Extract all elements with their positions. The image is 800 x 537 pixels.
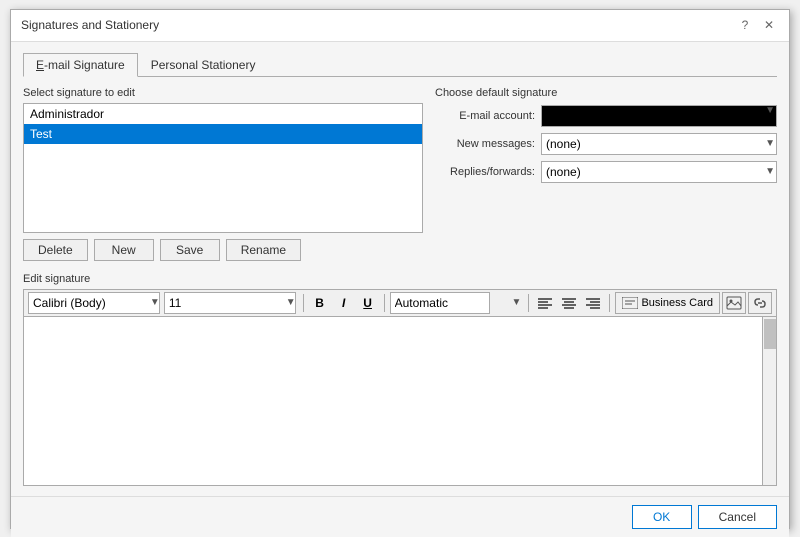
email-account-select[interactable]: ████████████████: [541, 105, 777, 127]
size-select[interactable]: 11: [164, 292, 296, 314]
email-account-select-wrapper: ████████████████ ▼: [541, 105, 777, 127]
help-button[interactable]: ?: [735, 15, 755, 35]
rename-button[interactable]: Rename: [226, 239, 301, 261]
signature-item-administrador[interactable]: Administrador: [24, 104, 422, 124]
toolbar-divider-4: [609, 294, 610, 312]
business-card-button[interactable]: Business Card: [615, 292, 720, 314]
color-select-wrapper: Automatic ▼: [390, 292, 524, 314]
tab-email-signature-label: E-mail Signature: [36, 58, 125, 72]
choose-default-label: Choose default signature: [435, 87, 777, 99]
tab-content: Select signature to edit Administrador T…: [23, 87, 777, 486]
align-right-button[interactable]: [582, 292, 604, 314]
new-messages-row: New messages: (none) ▼: [435, 133, 777, 155]
delete-button[interactable]: Delete: [23, 239, 88, 261]
italic-button[interactable]: I: [333, 292, 355, 314]
save-button[interactable]: Save: [160, 239, 220, 261]
signature-item-test[interactable]: Test: [24, 124, 422, 144]
tabs: E-mail Signature Personal Stationery: [23, 52, 777, 77]
dialog-title: Signatures and Stationery: [21, 18, 159, 32]
color-select-arrow-icon: ▼: [512, 297, 522, 308]
insert-link-button[interactable]: [748, 292, 772, 314]
tab-email-signature[interactable]: E-mail Signature: [23, 53, 138, 77]
size-select-wrapper: 11 ▼: [164, 292, 298, 314]
signature-list: Administrador Test: [23, 103, 423, 233]
toolbar-divider-2: [384, 294, 385, 312]
email-account-label: E-mail account:: [435, 110, 535, 122]
sig-buttons: Delete New Save Rename: [23, 239, 423, 261]
font-select[interactable]: Calibri (Body): [28, 292, 160, 314]
signature-editor-container: [23, 316, 777, 486]
email-account-row: E-mail account: ████████████████ ▼: [435, 105, 777, 127]
toolbar-divider-3: [528, 294, 529, 312]
align-left-button[interactable]: [534, 292, 556, 314]
insert-image-icon: [726, 296, 742, 310]
edit-sig-label: Edit signature: [23, 273, 777, 285]
tab-personal-stationery[interactable]: Personal Stationery: [138, 53, 269, 77]
signature-editor[interactable]: [24, 317, 776, 485]
ok-button[interactable]: OK: [632, 505, 692, 529]
edit-signature-section: Edit signature Calibri (Body) ▼ 11: [23, 273, 777, 486]
insert-link-icon: [752, 296, 768, 310]
title-buttons: ? ✕: [735, 15, 779, 35]
underline-button[interactable]: U: [357, 292, 379, 314]
business-card-icon: [622, 297, 638, 309]
close-button[interactable]: ✕: [759, 15, 779, 35]
align-right-icon: [586, 297, 600, 309]
signature-toolbar: Calibri (Body) ▼ 11 ▼ B: [23, 289, 777, 316]
align-center-icon: [562, 297, 576, 309]
replies-label: Replies/forwards:: [435, 166, 535, 178]
toolbar-divider-1: [303, 294, 304, 312]
title-bar-left: Signatures and Stationery: [21, 18, 159, 32]
new-messages-select-wrapper: (none) ▼: [541, 133, 777, 155]
bold-button[interactable]: B: [309, 292, 331, 314]
replies-select[interactable]: (none): [541, 161, 777, 183]
select-sig-label: Select signature to edit: [23, 87, 423, 99]
dialog-footer: OK Cancel: [11, 496, 789, 537]
editor-scrollbar-thumb: [764, 319, 776, 349]
dialog: Signatures and Stationery ? ✕ E-mail Sig…: [10, 9, 790, 529]
left-panel: Select signature to edit Administrador T…: [23, 87, 423, 269]
align-center-button[interactable]: [558, 292, 580, 314]
content-area: Select signature to edit Administrador T…: [23, 87, 777, 269]
title-bar: Signatures and Stationery ? ✕: [11, 10, 789, 42]
replies-select-wrapper: (none) ▼: [541, 161, 777, 183]
tab-personal-stationery-label: Personal Stationery: [151, 58, 256, 72]
align-left-icon: [538, 297, 552, 309]
insert-image-button[interactable]: [722, 292, 746, 314]
new-messages-label: New messages:: [435, 138, 535, 150]
editor-scrollbar[interactable]: [762, 317, 776, 485]
font-select-wrapper: Calibri (Body) ▼: [28, 292, 162, 314]
business-card-label: Business Card: [641, 297, 713, 309]
dialog-body: E-mail Signature Personal Stationery Sel…: [11, 42, 789, 496]
cancel-button[interactable]: Cancel: [698, 505, 777, 529]
color-select[interactable]: Automatic: [390, 292, 490, 314]
new-button[interactable]: New: [94, 239, 154, 261]
replies-row: Replies/forwards: (none) ▼: [435, 161, 777, 183]
new-messages-select[interactable]: (none): [541, 133, 777, 155]
right-panel: Choose default signature E-mail account:…: [435, 87, 777, 269]
